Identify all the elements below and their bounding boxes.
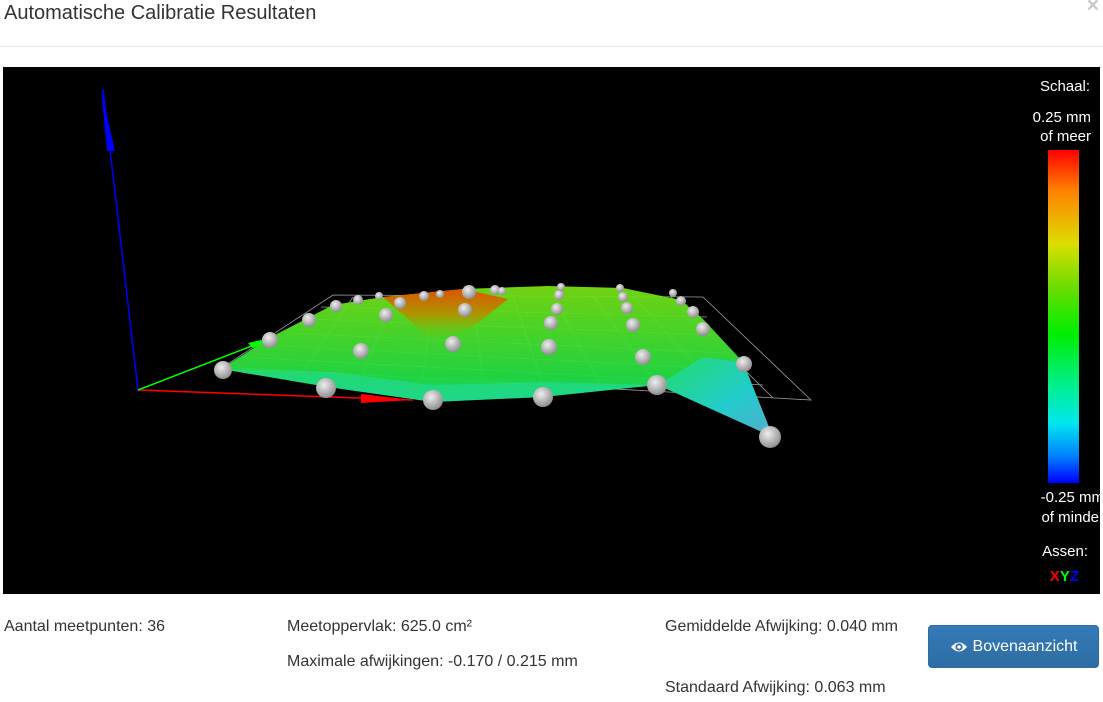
- close-button[interactable]: ×: [1087, 0, 1099, 16]
- top-view-button-label: Bovenaanzicht: [972, 637, 1078, 655]
- legend-max-value: 0.25 mm: [1032, 109, 1091, 126]
- legend-axes-letters: XYZ: [1050, 568, 1079, 585]
- eye-icon: [950, 642, 967, 651]
- dialog-header: Automatische Calibratie Resultaten ×: [0, 0, 1103, 47]
- stat-measurement-points: Aantal meetpunten: 36: [4, 618, 166, 635]
- calibration-results-dialog: Automatische Calibratie Resultaten × Sch…: [0, 0, 1103, 702]
- legend-color-gradient: [1048, 150, 1079, 483]
- axis-y-label: Y: [1059, 568, 1070, 585]
- color-scale-legend: Schaal: 0.25 mm of meer -0.25 mm of mind…: [1020, 67, 1100, 594]
- legend-max-label: 0.25 mm of meer: [1033, 108, 1091, 146]
- legend-max-suffix: of meer: [1040, 128, 1091, 145]
- top-view-button[interactable]: Bovenaanzicht: [928, 625, 1099, 668]
- legend-min-label: -0.25 mm of minder: [1041, 488, 1100, 528]
- legend-axes-title: Assen:: [1042, 543, 1088, 560]
- bed-mesh-3d-viewport[interactable]: Schaal: 0.25 mm of meer -0.25 mm of mind…: [3, 67, 1100, 594]
- axis-x-label: X: [1049, 568, 1060, 585]
- dialog-title: Automatische Calibratie Resultaten: [4, 2, 317, 24]
- legend-min-suffix: of minder: [1041, 509, 1100, 526]
- bed-mesh-3d-scene[interactable]: [3, 67, 1023, 594]
- stat-standard-deviation: Standaard Afwijking: 0.063 mm: [665, 679, 886, 696]
- stat-average-deviation: Gemiddelde Afwijking: 0.040 mm: [665, 618, 898, 635]
- legend-scale-title: Schaal:: [1039, 78, 1090, 95]
- legend-min-value: -0.25 mm: [1040, 489, 1100, 506]
- stat-measured-area: Meetoppervlak: 625.0 cm²: [287, 618, 472, 635]
- stat-max-deviations: Maximale afwijkingen: -0.170 / 0.215 mm: [287, 653, 578, 670]
- axis-z-label: Z: [1069, 568, 1079, 585]
